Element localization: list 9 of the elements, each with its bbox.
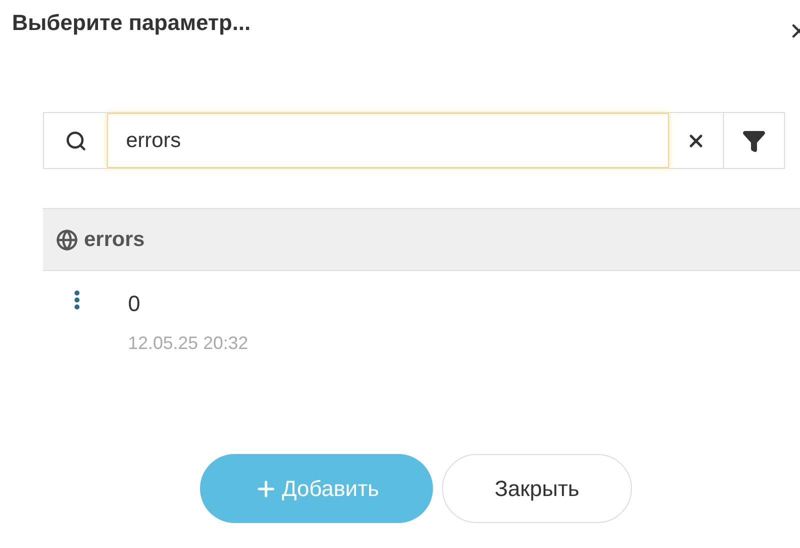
search-icon: [64, 130, 86, 152]
dialog-title: Выберите параметр...: [12, 9, 251, 37]
item-time: 12.05.25 20:32: [128, 332, 248, 355]
globe-icon: [56, 228, 78, 250]
filter-icon: [742, 128, 766, 152]
item-value: 0: [128, 290, 142, 318]
group-name: errors: [84, 226, 145, 253]
close-button[interactable]: Закрыть: [442, 454, 632, 523]
search-field[interactable]: errors: [107, 113, 669, 168]
